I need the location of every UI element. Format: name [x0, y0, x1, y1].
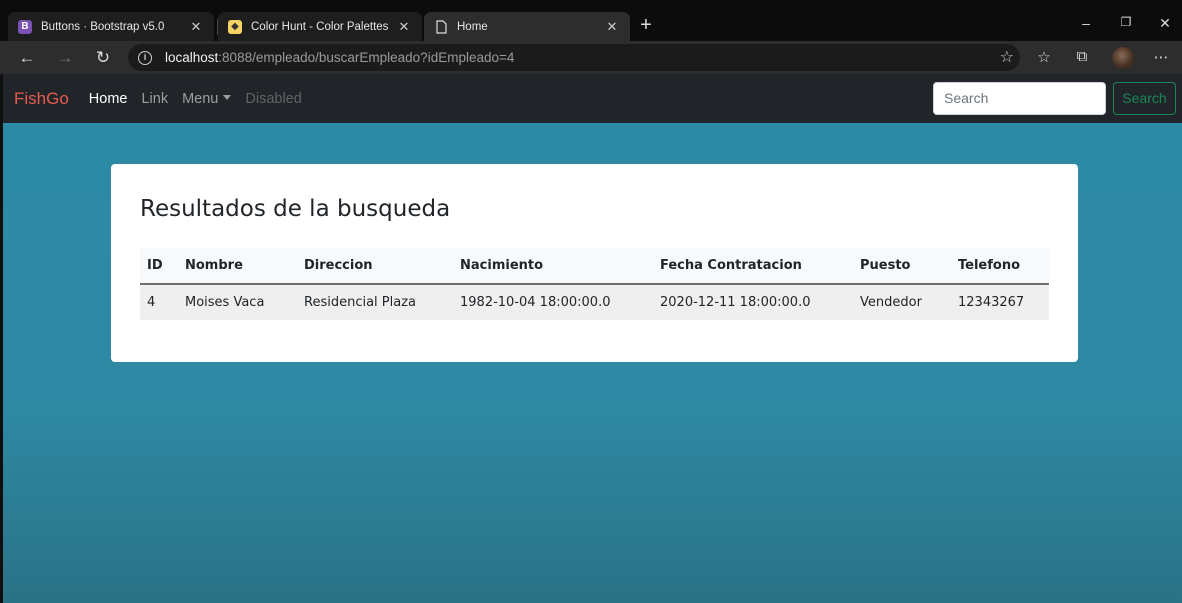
forward-arrow-icon[interactable]: →: [54, 47, 76, 69]
table-header-row: ID Nombre Direccion Nacimiento Fecha Con…: [140, 248, 1049, 285]
address-bar[interactable]: i localhost:8088/empleado/buscarEmpleado…: [128, 44, 1020, 71]
url-host: localhost: [165, 50, 219, 65]
more-menu-icon[interactable]: ⋯: [1151, 48, 1171, 66]
search-input[interactable]: Search: [933, 82, 1106, 115]
table-cell: 12343267: [958, 295, 1025, 310]
table-cell: 4: [147, 295, 156, 310]
close-icon[interactable]: ✕: [396, 19, 412, 35]
column-header: Telefono: [951, 248, 1049, 285]
column-header: Puesto: [853, 248, 951, 285]
url-path: :8088/empleado/buscarEmpleado?idEmpleado…: [218, 50, 515, 65]
bootstrap-icon: B: [18, 19, 32, 34]
results-table: ID Nombre Direccion Nacimiento Fecha Con…: [140, 248, 1049, 320]
browser-tab-colorhunt[interactable]: ◆ Color Hunt - Color Palettes for D ✕: [218, 12, 422, 41]
nav-dropdown-label: Menu: [182, 90, 219, 107]
restore-icon[interactable]: ❐: [1116, 15, 1136, 29]
page-body: Resultados de la busqueda ID Nombre Dire…: [3, 123, 1182, 603]
tab-title: Home: [457, 20, 488, 33]
table-cell: Moises Vaca: [185, 295, 265, 310]
new-tab-plus-icon[interactable]: +: [636, 14, 656, 37]
profile-avatar[interactable]: [1112, 47, 1134, 69]
column-header: Fecha Contratacion: [653, 248, 853, 285]
browser-tab-home[interactable]: Home ✕: [424, 12, 630, 41]
table-cell: 2020-12-11 18:00:00.0: [660, 295, 811, 310]
site-navbar: FishGo Home Link Menu Disabled Search Se…: [3, 74, 1182, 123]
close-icon[interactable]: ✕: [604, 19, 620, 35]
tab-title: Buttons · Bootstrap v5.0: [41, 20, 165, 33]
column-header: ID: [140, 248, 178, 285]
page-icon: [434, 19, 448, 34]
back-arrow-icon[interactable]: ←: [16, 47, 38, 69]
results-card: Resultados de la busqueda ID Nombre Dire…: [111, 164, 1078, 362]
browser-toolbar: ← → ↻ i localhost:8088/empleado/buscarEm…: [0, 41, 1182, 74]
browser-tab-bootstrap[interactable]: B Buttons · Bootstrap v5.0 ✕: [8, 12, 214, 41]
info-icon[interactable]: i: [138, 50, 152, 65]
column-header: Nombre: [178, 248, 297, 285]
nav-link-disabled: Disabled: [245, 90, 302, 107]
refresh-icon[interactable]: ↻: [92, 47, 114, 69]
tab-title: Color Hunt - Color Palettes for D: [251, 20, 390, 33]
table-cell: Vendedor: [860, 295, 922, 310]
window-close-icon[interactable]: ✕: [1155, 15, 1175, 32]
close-icon[interactable]: ✕: [188, 19, 204, 35]
collections-icon[interactable]: ⧉: [1072, 48, 1092, 65]
brand-logo[interactable]: FishGo: [14, 89, 69, 109]
colorhunt-icon: ◆: [228, 19, 242, 34]
minimize-icon[interactable]: –: [1076, 15, 1096, 31]
column-header: Direccion: [297, 248, 453, 285]
nav-link-link[interactable]: Link: [141, 91, 168, 107]
favorites-list-icon[interactable]: ☆: [1034, 48, 1054, 66]
search-button[interactable]: Search: [1113, 82, 1176, 115]
table-cell: Residencial Plaza: [304, 295, 416, 310]
caret-down-icon: [223, 94, 232, 100]
column-header: Nacimiento: [453, 248, 653, 285]
browser-tab-strip: B Buttons · Bootstrap v5.0 ✕ ◆ Color Hun…: [0, 0, 1182, 41]
nav-dropdown-menu[interactable]: Menu: [182, 90, 232, 107]
nav-link-home[interactable]: Home: [89, 91, 128, 107]
results-title: Resultados de la busqueda: [140, 196, 451, 222]
table-cell: 1982-10-04 18:00:00.0: [460, 295, 611, 310]
favorite-star-icon[interactable]: ☆: [1000, 47, 1014, 67]
table-row: 4 Moises Vaca Residencial Plaza 1982-10-…: [140, 284, 1049, 320]
